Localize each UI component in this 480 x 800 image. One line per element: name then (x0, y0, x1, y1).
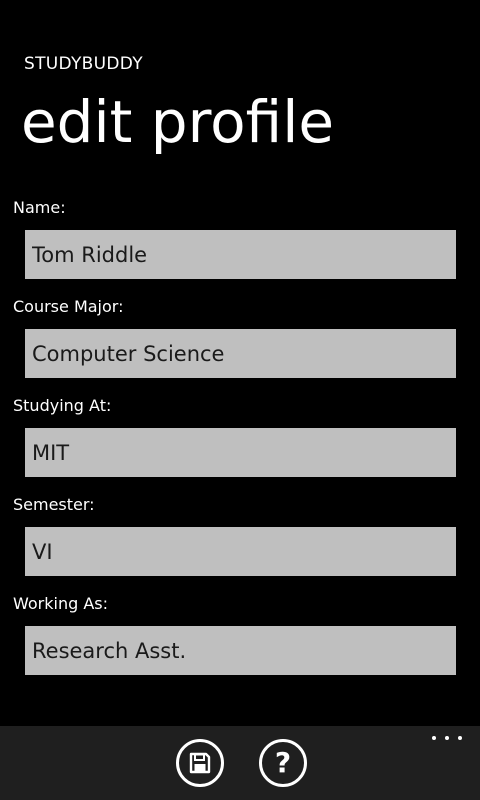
course-major-label: Course Major: (13, 297, 124, 316)
course-major-field-group: Course Major: (0, 295, 480, 394)
semester-input[interactable] (25, 527, 456, 576)
working-as-input[interactable] (25, 626, 456, 675)
profile-form: Name: Course Major: Studying At: Semeste… (0, 196, 480, 691)
name-field-group: Name: (0, 196, 480, 295)
ellipsis-dot (458, 736, 462, 740)
studying-at-field-group: Studying At: (0, 394, 480, 493)
ellipsis-dot (432, 736, 436, 740)
page-title: edit profile (21, 88, 334, 156)
application-bar: ? (0, 726, 480, 800)
studying-at-input[interactable] (25, 428, 456, 477)
ellipsis-dot (445, 736, 449, 740)
ellipsis-icon[interactable] (432, 732, 462, 744)
save-button[interactable] (176, 739, 224, 787)
help-icon: ? (274, 746, 292, 779)
course-major-input[interactable] (25, 329, 456, 378)
name-label: Name: (13, 198, 66, 217)
studying-at-label: Studying At: (13, 396, 112, 415)
help-button[interactable]: ? (259, 739, 307, 787)
working-as-label: Working As: (13, 594, 109, 613)
semester-label: Semester: (13, 495, 95, 514)
save-icon (189, 752, 211, 774)
app-title: STUDYBUDDY (24, 54, 143, 74)
name-input[interactable] (25, 230, 456, 279)
working-as-field-group: Working As: (0, 592, 480, 691)
semester-field-group: Semester: (0, 493, 480, 592)
